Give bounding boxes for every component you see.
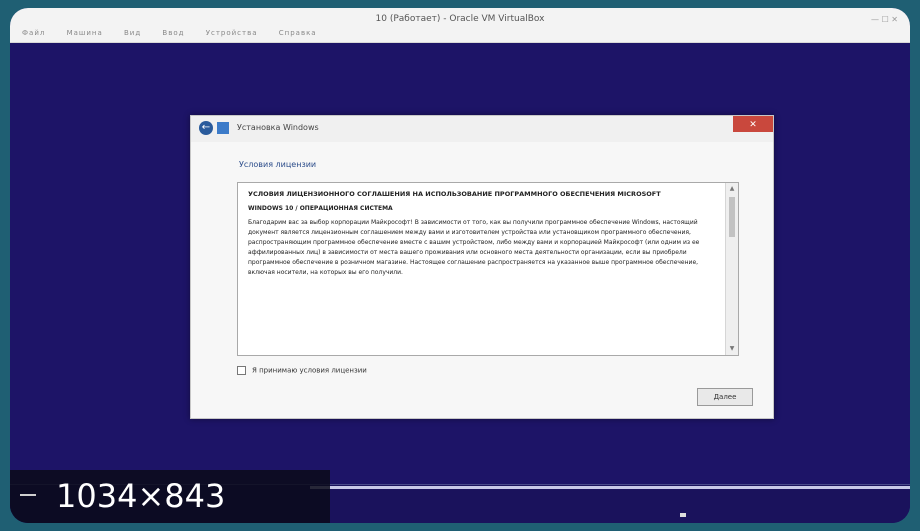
- dialog-titlebar: ← Установка Windows ✕: [191, 116, 773, 142]
- vm-menu-bar: Файл Машина Вид Ввод Устройства Справка: [22, 29, 335, 37]
- vm-window-title: 10 (Работает) - Oracle VM VirtualBox: [375, 14, 545, 24]
- license-heading: УСЛОВИЯ ЛИЦЕНЗИОННОГО СОГЛАШЕНИЯ НА ИСПО…: [248, 190, 661, 198]
- screenshot-frame: 10 (Работает) - Oracle VM VirtualBox Фай…: [10, 8, 910, 523]
- license-scrollbar[interactable]: ▲ ▼: [725, 183, 738, 355]
- cursor-icon: [680, 513, 686, 517]
- license-subheading: WINDOWS 10 / ОПЕРАЦИОННАЯ СИСТЕМА: [248, 205, 393, 212]
- vm-menu-file[interactable]: Файл: [22, 29, 45, 37]
- dialog-title: Установка Windows: [237, 123, 319, 132]
- accept-license-row[interactable]: Я принимаю условия лицензии: [237, 366, 367, 378]
- taskbar-highlight-line: [310, 486, 910, 489]
- back-arrow-icon[interactable]: ←: [199, 121, 213, 135]
- scroll-down-icon[interactable]: ▼: [728, 345, 736, 353]
- scroll-thumb[interactable]: [729, 197, 735, 237]
- license-paragraph: Благодарим вас за выбор корпорации Майкр…: [248, 219, 700, 276]
- accept-license-label: Я принимаю условия лицензии: [252, 366, 367, 375]
- vm-menu-devices[interactable]: Устройства: [206, 29, 258, 37]
- accept-license-checkbox[interactable]: [237, 366, 246, 375]
- vm-window-buttons[interactable]: — ☐ ✕: [871, 15, 898, 24]
- vm-menu-help[interactable]: Справка: [279, 29, 317, 37]
- vm-menu-machine[interactable]: Машина: [67, 29, 103, 37]
- page-heading: Условия лицензии: [239, 160, 317, 169]
- setup-dialog: ← Установка Windows ✕ Условия лицензии У…: [190, 115, 774, 419]
- vm-titlebar: 10 (Работает) - Oracle VM VirtualBox Фай…: [10, 8, 910, 43]
- resolution-tick: [20, 494, 36, 496]
- license-text-box[interactable]: УСЛОВИЯ ЛИЦЕНЗИОННОГО СОГЛАШЕНИЯ НА ИСПО…: [237, 182, 739, 356]
- license-text: УСЛОВИЯ ЛИЦЕНЗИОННОГО СОГЛАШЕНИЯ НА ИСПО…: [248, 189, 718, 278]
- resolution-overlay-label: 1034×843: [10, 470, 330, 523]
- close-button[interactable]: ✕: [733, 116, 773, 132]
- setup-icon: [217, 122, 229, 134]
- guest-desktop: ← Установка Windows ✕ Условия лицензии У…: [10, 43, 910, 523]
- vm-menu-view[interactable]: Вид: [124, 29, 141, 37]
- vm-menu-input[interactable]: Ввод: [162, 29, 184, 37]
- next-button[interactable]: Далее: [697, 388, 753, 406]
- scroll-up-icon[interactable]: ▲: [728, 185, 736, 193]
